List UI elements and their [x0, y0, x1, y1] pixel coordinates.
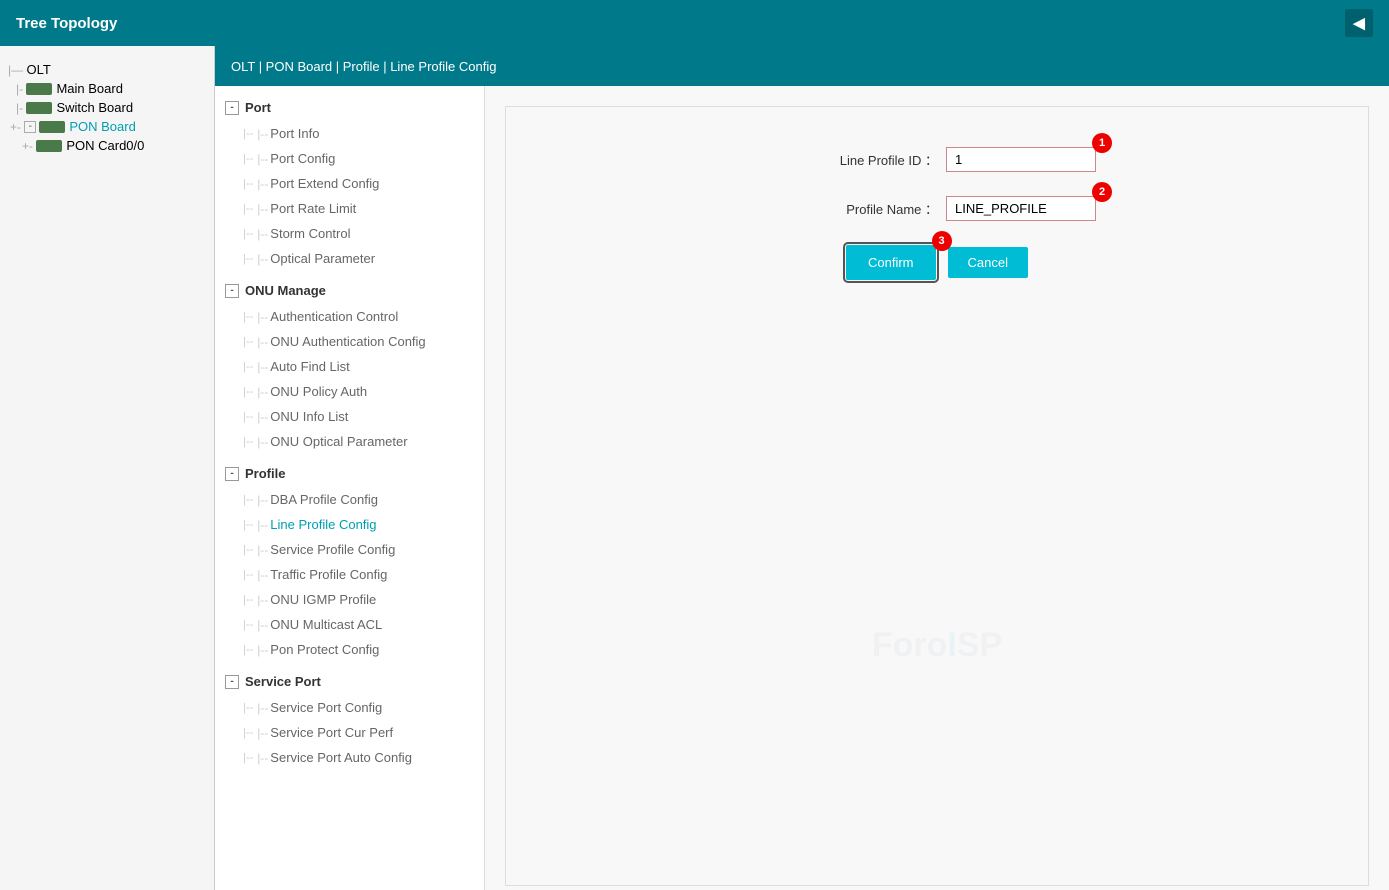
profile-name-input[interactable]: [946, 196, 1096, 221]
line-profile-id-row: Line Profile ID ： 1: [526, 147, 1348, 172]
confirm-button[interactable]: Confirm: [846, 245, 936, 280]
tree-item-main-board[interactable]: |- Main Board: [0, 79, 214, 98]
tree-item-switch-board[interactable]: |- Switch Board: [0, 98, 214, 117]
device-icon-main: [26, 83, 52, 95]
cancel-button[interactable]: Cancel: [948, 247, 1028, 278]
step-badge-1: 1: [1092, 133, 1112, 153]
device-icon-switch: [26, 102, 52, 114]
collapse-onu-icon[interactable]: -: [225, 284, 239, 298]
nav-item-line-profile[interactable]: |-- Line Profile Config: [215, 512, 484, 537]
nav-item-traffic-profile[interactable]: |-- Traffic Profile Config: [215, 562, 484, 587]
watermark: ForoISP: [872, 626, 1002, 665]
nav-item-onu-multicast-acl[interactable]: |-- ONU Multicast ACL: [215, 612, 484, 637]
nav-section-onu-label: ONU Manage: [245, 283, 326, 298]
nav-items-service-port: |-- Service Port Config |-- Service Port…: [215, 695, 484, 770]
expand-pon-board[interactable]: -: [24, 121, 36, 133]
nav-section-profile-label: Profile: [245, 466, 285, 481]
nav-item-service-port-auto-config[interactable]: |-- Service Port Auto Config: [215, 745, 484, 770]
device-icon-pon-card: [36, 140, 62, 152]
nav-section-service-port[interactable]: - Service Port: [215, 668, 484, 695]
form-panel: ForoISP Line Profile ID ： 1: [505, 106, 1369, 886]
tree-item-pon-board[interactable]: +- - PON Board: [0, 117, 214, 136]
nav-item-onu-info-list[interactable]: |-- ONU Info List: [215, 404, 484, 429]
profile-name-row: Profile Name ： 2: [526, 196, 1348, 221]
nav-item-port-config[interactable]: |-- Port Config: [215, 146, 484, 171]
nav-item-onu-auth-config[interactable]: |-- ONU Authentication Config: [215, 329, 484, 354]
nav-menu: - Port |-- Port Info |-- Port Config |--…: [215, 86, 485, 890]
tree-item-olt[interactable]: |— OLT: [0, 60, 214, 79]
nav-item-dba-profile[interactable]: |-- DBA Profile Config: [215, 487, 484, 512]
nav-item-storm-control[interactable]: |-- Storm Control: [215, 221, 484, 246]
collapse-port-icon[interactable]: -: [225, 101, 239, 115]
nav-item-service-port-cur-perf[interactable]: |-- Service Port Cur Perf: [215, 720, 484, 745]
nav-item-onu-policy-auth[interactable]: |-- ONU Policy Auth: [215, 379, 484, 404]
breadcrumb-bar: OLT | PON Board | Profile | Line Profile…: [215, 46, 1389, 86]
nav-item-port-rate-limit[interactable]: |-- Port Rate Limit: [215, 196, 484, 221]
line-profile-id-label: Line Profile ID ：: [778, 150, 938, 169]
nav-section-onu-manage[interactable]: - ONU Manage: [215, 277, 484, 304]
app-title: Tree Topology: [16, 15, 117, 32]
nav-section-port[interactable]: - Port: [215, 94, 484, 121]
nav-item-port-extend-config[interactable]: |-- Port Extend Config: [215, 171, 484, 196]
collapse-profile-icon[interactable]: -: [225, 467, 239, 481]
collapse-sidebar-button[interactable]: ◀: [1345, 9, 1373, 37]
nav-item-auto-find-list[interactable]: |-- Auto Find List: [215, 354, 484, 379]
sidebar: |— OLT |- Main Board |- Switch Board +- …: [0, 46, 215, 890]
nav-items-port: |-- Port Info |-- Port Config |-- Port E…: [215, 121, 484, 271]
nav-section-port-label: Port: [245, 100, 271, 115]
app-header: Tree Topology ◀: [0, 0, 1389, 46]
nav-items-onu: |-- Authentication Control |-- ONU Authe…: [215, 304, 484, 454]
nav-item-auth-control[interactable]: |-- Authentication Control: [215, 304, 484, 329]
line-profile-id-input[interactable]: [946, 147, 1096, 172]
form-area: ForoISP Line Profile ID ： 1: [485, 86, 1389, 890]
step-badge-3: 3: [932, 231, 952, 251]
nav-section-profile[interactable]: - Profile: [215, 460, 484, 487]
nav-item-optical-parameter[interactable]: |-- Optical Parameter: [215, 246, 484, 271]
nav-item-port-info[interactable]: |-- Port Info: [215, 121, 484, 146]
form-inner: Line Profile ID ： 1 Profile Na: [506, 107, 1368, 324]
nav-item-onu-optical-param[interactable]: |-- ONU Optical Parameter: [215, 429, 484, 454]
buttons-row: Confirm 3 Cancel: [526, 245, 1348, 280]
nav-items-profile: |-- DBA Profile Config |-- Line Profile …: [215, 487, 484, 662]
breadcrumb: OLT | PON Board | Profile | Line Profile…: [231, 59, 496, 74]
collapse-service-port-icon[interactable]: -: [225, 675, 239, 689]
nav-item-service-profile[interactable]: |-- Service Profile Config: [215, 537, 484, 562]
nav-item-onu-igmp-profile[interactable]: |-- ONU IGMP Profile: [215, 587, 484, 612]
step-badge-2: 2: [1092, 182, 1112, 202]
profile-name-label: Profile Name ：: [778, 199, 938, 218]
device-icon-pon: [39, 121, 65, 133]
tree-item-pon-card[interactable]: +- PON Card0/0: [0, 136, 214, 155]
nav-section-service-port-label: Service Port: [245, 674, 321, 689]
nav-item-service-port-config[interactable]: |-- Service Port Config: [215, 695, 484, 720]
nav-item-pon-protect-config[interactable]: |-- Pon Protect Config: [215, 637, 484, 662]
